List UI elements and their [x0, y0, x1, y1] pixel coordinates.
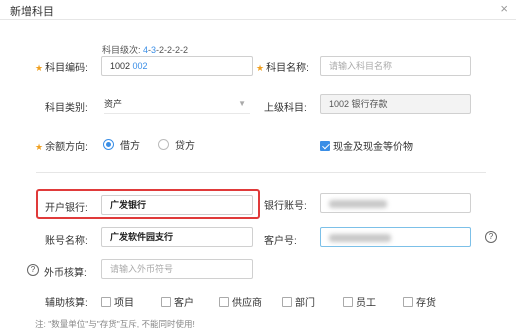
bank-account-input[interactable] [320, 193, 471, 213]
required-star-icon: ★ [256, 63, 265, 73]
aux-supplier-checkbox[interactable]: 供应商 [219, 294, 262, 309]
aux-customer-label: 客户 [174, 298, 194, 309]
add-subject-dialog: 新增科目 × 科目级次: 4-3-2-2-2-2 ★ 科目编码: 1002 002… [0, 0, 516, 334]
aux-employee-checkbox[interactable]: 员工 [343, 294, 376, 309]
account-name-label: 账号名称: [45, 236, 88, 247]
credit-radio[interactable]: 贷方 [158, 137, 195, 152]
question-circle-icon[interactable]: ? [485, 231, 497, 243]
question-circle-icon[interactable]: ? [27, 264, 39, 276]
section-divider [36, 172, 486, 173]
radio-checked-icon [103, 139, 114, 150]
subject-name-input[interactable]: 请输入科目名称 [320, 56, 471, 76]
subject-code-suffix: 002 [132, 61, 148, 71]
parent-subject-label: 上级科目: [264, 103, 307, 114]
note-text: 注: "数量单位"与"存货"互斥, 不能同时使用! [35, 319, 195, 329]
bank-open-input[interactable]: 广发银行 [101, 195, 253, 215]
aux-inventory-checkbox[interactable]: 存货 [403, 294, 436, 309]
aux-project-label: 项目 [114, 298, 134, 309]
subject-name-label-text: 科目名称: [266, 63, 309, 74]
checkbox-icon [403, 296, 413, 307]
aux-department-checkbox[interactable]: 部门 [282, 294, 315, 309]
parent-subject-input: 1002 银行存款 [320, 94, 471, 114]
caret-down-icon: ▼ [238, 99, 246, 108]
balance-direction-label-text: 余额方向: [45, 142, 88, 153]
dialog-title: 新增科目 [10, 6, 54, 18]
level-hint-rest: -2-2-2-2 [156, 45, 189, 55]
subject-code-label: ★ 科目编码: [35, 59, 88, 74]
subject-category-select[interactable]: 资产 ▼ [104, 94, 250, 114]
bank-open-value: 广发银行 [110, 200, 147, 210]
customer-no-redacted [329, 234, 391, 242]
subject-category-value: 资产 [104, 99, 123, 109]
currency-label: 外币核算: [44, 268, 87, 279]
checkbox-icon [219, 296, 229, 307]
debit-radio-label: 借方 [120, 141, 140, 152]
checkbox-icon [161, 296, 171, 307]
balance-direction-label: ★ 余额方向: [35, 138, 88, 153]
debit-radio[interactable]: 借方 [103, 137, 140, 152]
cash-equivalent-label: 现金及现金等价物 [333, 142, 413, 153]
dialog-header: 新增科目 × [0, 0, 516, 20]
subject-name-label: ★ 科目名称: [256, 59, 309, 74]
parent-subject-value: 1002 银行存款 [329, 99, 388, 109]
aux-project-checkbox[interactable]: 项目 [101, 294, 134, 309]
required-star-icon: ★ [35, 142, 44, 152]
checkbox-icon [343, 296, 353, 307]
subject-name-placeholder: 请输入科目名称 [329, 61, 393, 71]
bank-account-label: 银行账号: [264, 201, 307, 212]
customer-no-input[interactable] [320, 227, 471, 247]
aux-supplier-label: 供应商 [232, 298, 262, 309]
level-hint-prefix: 科目级次: [102, 45, 144, 55]
customer-no-label: 客户号: [264, 236, 297, 247]
close-icon[interactable]: × [500, 2, 508, 16]
currency-placeholder: 请输入外币符号 [110, 264, 174, 274]
subject-code-input[interactable]: 1002 002 [101, 56, 253, 76]
aux-customer-checkbox[interactable]: 客户 [161, 294, 194, 309]
account-name-value: 广发软件园支行 [110, 232, 174, 242]
subject-code-label-text: 科目编码: [45, 63, 88, 74]
bank-account-redacted [329, 200, 387, 208]
required-star-icon: ★ [35, 63, 44, 73]
subject-category-label: 科目类别: [45, 103, 88, 114]
currency-input[interactable]: 请输入外币符号 [101, 259, 253, 279]
subject-level-hint: 科目级次: 4-3-2-2-2-2 [102, 43, 188, 56]
checkbox-icon [101, 296, 111, 307]
subject-code-prefix: 1002 [110, 61, 131, 71]
bank-open-label: 开户银行: [45, 203, 88, 214]
credit-radio-label: 贷方 [175, 141, 195, 152]
aux-accounting-label: 辅助核算: [45, 298, 88, 309]
aux-employee-label: 员工 [356, 298, 376, 309]
radio-unchecked-icon [158, 139, 169, 150]
cash-equivalent-checkbox[interactable]: 现金及现金等价物 [320, 138, 413, 153]
checkbox-checked-icon [320, 140, 330, 151]
aux-department-label: 部门 [295, 298, 315, 309]
aux-inventory-label: 存货 [416, 298, 436, 309]
account-name-input[interactable]: 广发软件园支行 [101, 227, 253, 247]
checkbox-icon [282, 296, 292, 307]
